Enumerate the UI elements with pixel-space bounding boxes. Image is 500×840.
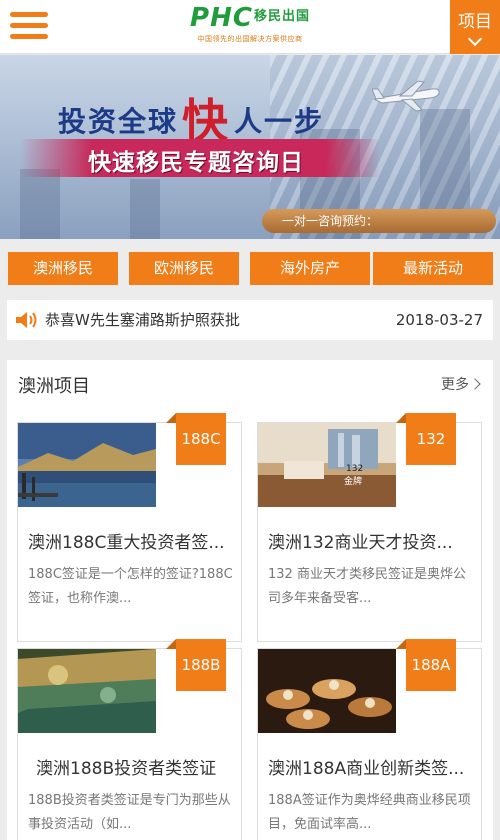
brand-logo[interactable]: PHC移民出国 中国领先的出国解决方案供应商 <box>180 2 320 50</box>
card-title: 澳洲188A商业创新类签... <box>268 759 465 779</box>
news-ticker[interactable]: 恭喜W先生塞浦路斯护照获批 2018-03-27 <box>7 300 493 340</box>
category-overseas-property[interactable]: 海外房产 <box>250 252 370 285</box>
top-header: PHC移民出国 中国领先的出国解决方案供应商 项目 <box>0 0 500 54</box>
office-lobby-image: 132 金牌 <box>258 423 396 507</box>
project-card-188b[interactable]: 188B 澳洲188B投资者类签证 188B投资者类签证是专门为那些从事投资活动… <box>17 639 242 840</box>
category-latest-events[interactable]: 最新活动 <box>373 252 493 285</box>
card-title: 澳洲188B投资者类签证 <box>36 759 217 779</box>
project-menu-button[interactable]: 项目 <box>450 0 500 54</box>
category-nav: 澳洲移民 欧洲移民 海外房产 最新活动 <box>0 240 500 288</box>
project-card-132[interactable]: 132 金牌 132 澳洲132商业天才投资... 132 商业天才类移民签证是… <box>257 413 482 642</box>
more-link[interactable]: 更多 <box>441 374 481 394</box>
airplane-icon <box>372 80 440 112</box>
project-badge: 132 <box>396 413 456 465</box>
section-title: 澳洲项目 <box>18 376 90 397</box>
project-badge: 188C <box>166 413 226 465</box>
project-card-188c[interactable]: 188C 澳洲188C重大投资者签... 188C签证是一个怎样的签证?188C… <box>17 413 242 642</box>
card-title: 澳洲188C重大投资者签... <box>28 533 225 553</box>
consult-pill[interactable]: 一对一咨询预约： <box>262 209 496 233</box>
image-logo-number: 132 <box>346 464 363 474</box>
speaker-icon <box>16 312 37 328</box>
card-description: 188C签证是一个怎样的签证?188C签证，也称作澳... <box>28 567 233 606</box>
ticker-text[interactable]: 恭喜W先生塞浦路斯护照获批 <box>45 300 240 340</box>
card-description: 132 商业天才类移民签证是奥烨公司多年来备受客... <box>268 567 466 606</box>
category-europe[interactable]: 欧洲移民 <box>129 252 239 285</box>
card-title: 澳洲132商业天才投资... <box>268 533 453 553</box>
category-australia[interactable]: 澳洲移民 <box>8 252 118 285</box>
dim-sum-image <box>258 649 396 733</box>
card-description: 188B投资者类签证是专门为那些从事投资活动（如... <box>28 793 231 832</box>
image-logo-text: 金牌 <box>344 475 362 487</box>
australia-projects-section: 澳洲项目 更多 188C 澳洲188C重大投资者签... 188C签证是一个怎样… <box>7 360 493 840</box>
project-badge: 188A <box>396 639 456 691</box>
logo-tagline: 中国领先的出国解决方案供应商 <box>197 35 303 43</box>
project-card-188a[interactable]: 188A 澳洲188A商业创新类签... 188A签证作为奥烨经典商业移民项目，… <box>257 639 482 840</box>
project-badge: 188B <box>166 639 226 691</box>
hamburger-menu-icon[interactable] <box>10 11 48 41</box>
promo-banner[interactable]: 投资全球快 人一步 快速移民专题咨询日 一对一咨询预约： <box>0 55 500 239</box>
currency-notes-image <box>18 649 156 733</box>
banner-subtitle: 快速移民专题咨询日 <box>88 150 304 176</box>
chevron-right-icon <box>469 378 481 390</box>
ticker-date: 2018-03-27 <box>395 311 483 329</box>
chevron-down-icon <box>467 31 483 47</box>
lake-mountain-image <box>18 423 156 507</box>
project-menu-label: 项目 <box>458 12 492 32</box>
card-description: 188A签证作为奥烨经典商业移民项目，免面试率高... <box>268 793 471 832</box>
